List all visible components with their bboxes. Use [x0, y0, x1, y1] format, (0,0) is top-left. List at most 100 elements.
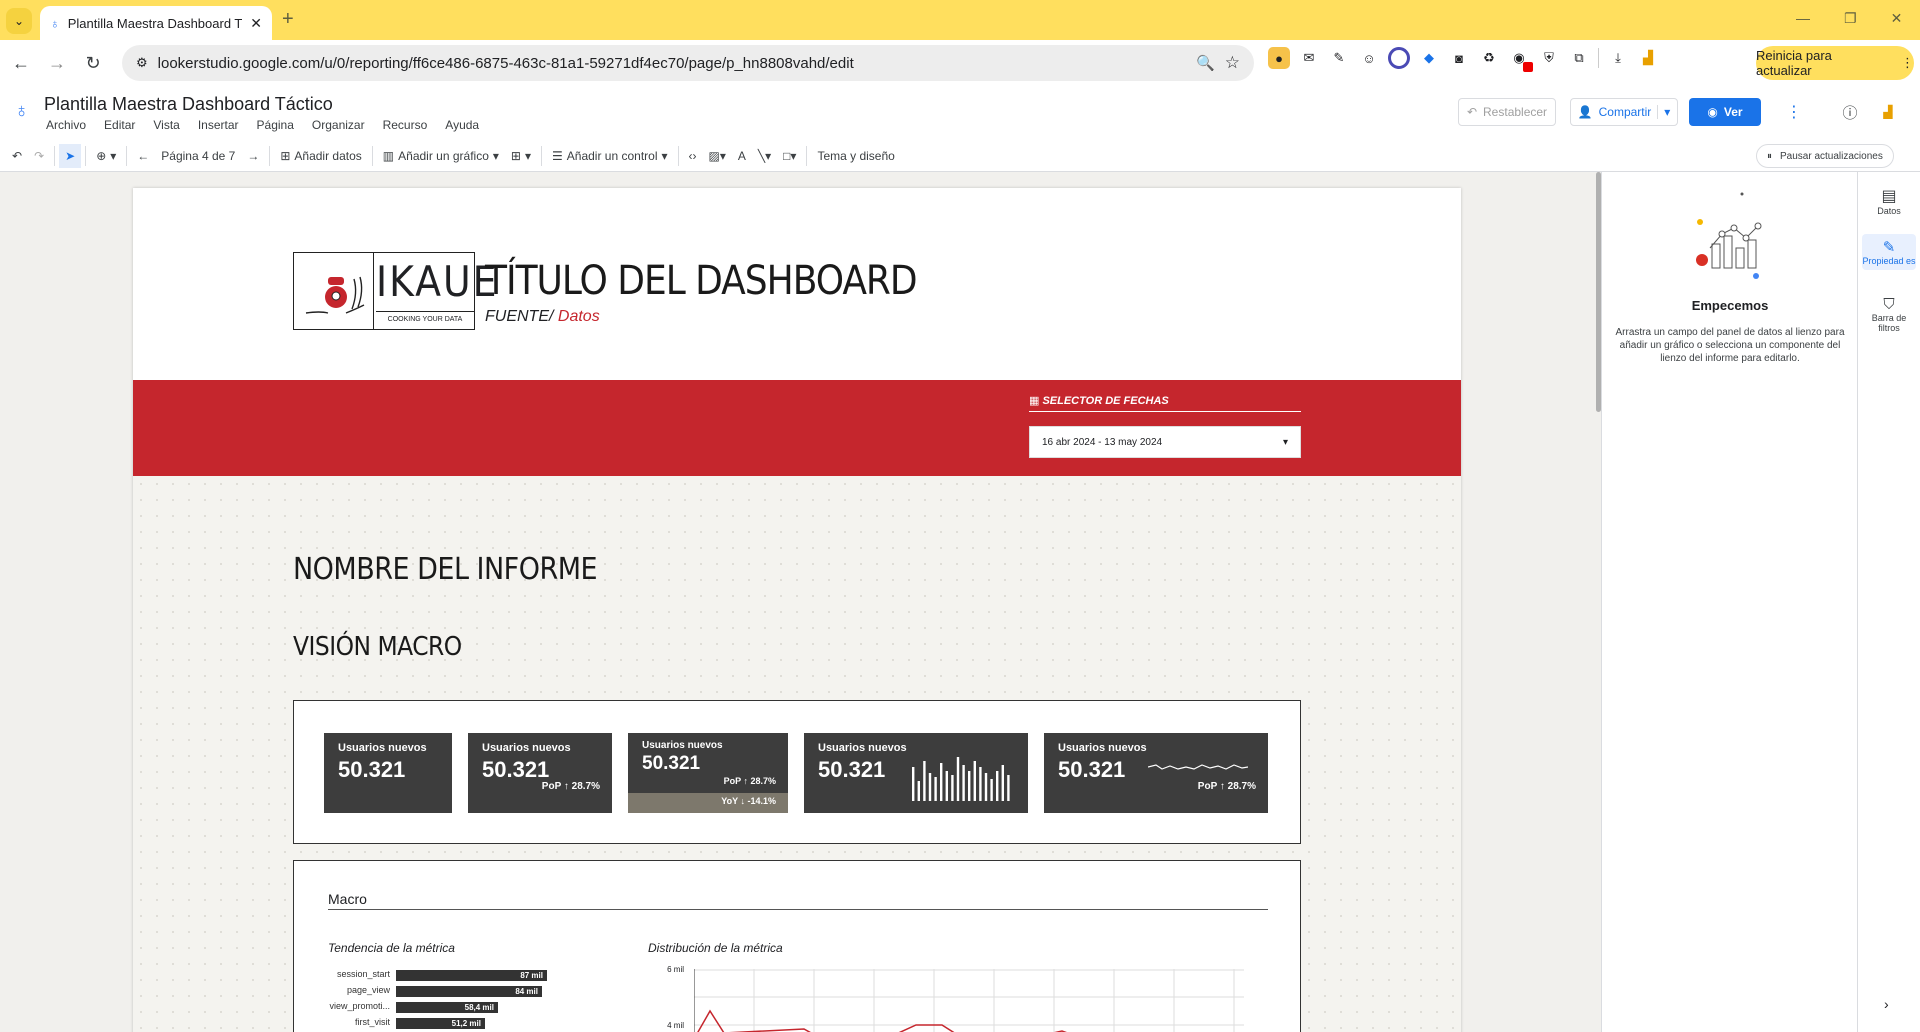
control-icon: ☰	[552, 148, 563, 163]
dashboard-title[interactable]: TÍTULO DEL DASHBOARD	[485, 258, 918, 304]
bar[interactable]: 87 mil	[396, 970, 547, 981]
kpi-value: 50.321	[338, 757, 406, 782]
recycle-extension-icon[interactable]: ♻	[1478, 47, 1500, 69]
analytics-icon[interactable]: ▟	[1874, 98, 1902, 126]
kpi-card[interactable]: Usuarios nuevos 50.321 PoP ↑ 28.7%	[1044, 733, 1268, 813]
kpi-card[interactable]: Usuarios nuevos 50.321	[804, 733, 1028, 813]
shield-extension-icon[interactable]: ⛨	[1538, 47, 1560, 69]
back-button[interactable]: ←	[4, 46, 38, 80]
zoom-button[interactable]: ⊕ ▾	[90, 144, 122, 168]
community-viz-icon: ⊞	[510, 148, 521, 163]
address-bar[interactable]: ⚙ lookerstudio.google.com/u/0/reporting/…	[122, 45, 1254, 81]
zoom-icon[interactable]: 🔍	[1196, 54, 1215, 72]
bar[interactable]: 58,4 mil	[396, 1002, 498, 1013]
page-selector[interactable]: Página 4 de 7	[155, 144, 241, 168]
embed-code-button[interactable]: ‹›	[683, 144, 703, 168]
reset-button[interactable]: ↶ Restablecer	[1458, 98, 1556, 126]
pause-updates-button[interactable]: ⏸ Pausar actualizaciones	[1756, 144, 1894, 168]
more-menu-icon[interactable]: ⋮	[1901, 55, 1914, 71]
site-info-icon[interactable]: ⚙	[136, 55, 148, 71]
kpi-card[interactable]: Usuarios nuevos 50.321 PoP ↑ 28.7% YoY ↓…	[628, 733, 788, 813]
camera-extension-icon[interactable]: ◙	[1448, 47, 1470, 69]
rail-properties-button[interactable]: ✎ Propiedad es	[1862, 234, 1916, 270]
image-button[interactable]: ▨▾	[703, 144, 732, 168]
select-tool-button[interactable]: ➤	[59, 143, 82, 168]
menu-recurso[interactable]: Recurso	[383, 118, 428, 132]
analytics-extension-icon[interactable]: ▟	[1637, 47, 1659, 69]
grid-lines	[694, 969, 1244, 1032]
extension-icon-2[interactable]: ✉	[1298, 47, 1320, 69]
shape-button[interactable]: □▾	[777, 144, 802, 168]
menu-ayuda[interactable]: Ayuda	[445, 118, 479, 132]
report-title[interactable]: Plantilla Maestra Dashboard Táctico	[44, 94, 333, 115]
kpi-pop-value: ↑ 28.7%	[563, 781, 600, 792]
filter-icon: ⛉	[1883, 296, 1895, 313]
text-button[interactable]: A	[732, 144, 752, 168]
macro-frame[interactable]: Macro Tendencia de la métrica Distribuci…	[293, 860, 1301, 1032]
side-rail: ▤ Datos ✎ Propiedad es ⛉ Barra de filtro…	[1857, 172, 1920, 1032]
extensions-puzzle-icon[interactable]: ⧉	[1568, 47, 1590, 69]
relaunch-button[interactable]: Reinicia para actualizar ⋮	[1756, 46, 1914, 80]
undo-button[interactable]: ↶	[6, 144, 28, 168]
report-name-heading[interactable]: NOMBRE DEL INFORME	[293, 552, 598, 587]
line-button[interactable]: ╲▾	[752, 144, 777, 168]
report-page[interactable]: IKAUE COOKING YOUR DATA TÍTULO DEL DASHB…	[133, 188, 1461, 1032]
source-line[interactable]: FUENTE/ Datos	[485, 308, 600, 326]
download-icon[interactable]: ⤓	[1607, 47, 1629, 69]
source-label: FUENTE/	[485, 308, 554, 325]
extension-icon-9[interactable]: ◉	[1508, 47, 1533, 72]
event-bar-chart[interactable]: session_start 87 mil page_view 84 mil vi…	[294, 969, 594, 1032]
spark-bar	[1001, 765, 1004, 801]
expand-panel-icon[interactable]: ›	[1884, 996, 1889, 1012]
redo-button[interactable]: ↷	[28, 144, 50, 168]
reload-button[interactable]: ↻	[76, 46, 110, 80]
next-page-button[interactable]: →	[241, 144, 265, 168]
ikaue-logo[interactable]: IKAUE COOKING YOUR DATA	[293, 252, 497, 330]
add-data-button[interactable]: ⊞ Añadir datos	[274, 144, 367, 168]
forward-button[interactable]: →	[40, 46, 74, 80]
add-control-button[interactable]: ☰ Añadir un control ▾	[546, 144, 674, 168]
more-options-icon[interactable]: ⋮	[1780, 98, 1808, 126]
menu-vista[interactable]: Vista	[153, 118, 179, 132]
section-heading[interactable]: VISIÓN MACRO	[293, 632, 462, 662]
kpi-pop-value: ↑ 28.7%	[743, 776, 776, 786]
kpi-card[interactable]: Usuarios nuevos 50.321 PoP ↑ 28.7%	[468, 733, 612, 813]
theme-layout-button[interactable]: Tema y diseño	[811, 144, 900, 168]
menu-insertar[interactable]: Insertar	[198, 118, 239, 132]
menu-pagina[interactable]: Página	[257, 118, 294, 132]
browser-tab[interactable]: ♁ Plantilla Maestra Dashboard Tá ✕	[40, 6, 272, 40]
view-button[interactable]: ◉ Ver	[1689, 98, 1761, 126]
bar[interactable]: 84 mil	[396, 986, 542, 997]
bookmark-star-icon[interactable]: ☆	[1225, 53, 1240, 73]
panel-description: Arrastra un campo del panel de datos al …	[1615, 327, 1845, 364]
menu-organizar[interactable]: Organizar	[312, 118, 365, 132]
help-icon[interactable]: ⓘ	[1836, 98, 1864, 126]
community-viz-button[interactable]: ⊞ ▾	[505, 144, 537, 168]
prev-page-button[interactable]: ←	[131, 144, 155, 168]
extension-icon-5[interactable]	[1388, 47, 1410, 69]
restore-button[interactable]: ❐	[1844, 10, 1857, 27]
bar[interactable]: 51,2 mil	[396, 1018, 485, 1029]
menu-archivo[interactable]: Archivo	[46, 118, 86, 132]
cookie-extension-icon[interactable]: ●	[1268, 47, 1290, 69]
distribution-line-chart[interactable]: 6 mil 4 mil	[654, 965, 1244, 1032]
bar-label: page_view	[346, 985, 390, 995]
rail-filter-bar-button[interactable]: ⛉ Barra de filtros	[1862, 296, 1916, 333]
close-tab-icon[interactable]: ✕	[250, 15, 262, 32]
tab-list-dropdown[interactable]: ⌄	[6, 8, 32, 34]
minimize-button[interactable]: —	[1796, 10, 1810, 27]
add-chart-button[interactable]: ▥ Añadir un gráfico ▾	[377, 144, 505, 168]
menu-editar[interactable]: Editar	[104, 118, 135, 132]
looker-studio-logo-icon[interactable]: ♁	[14, 100, 29, 123]
close-window-button[interactable]: ✕	[1891, 10, 1903, 27]
share-dropdown-icon[interactable]: ▾	[1657, 105, 1670, 119]
kpi-card[interactable]: Usuarios nuevos 50.321	[324, 733, 452, 813]
rail-data-button[interactable]: ▤ Datos	[1862, 186, 1916, 216]
tag-extension-icon[interactable]: ◆	[1418, 47, 1440, 69]
extension-icon-4[interactable]: ☺	[1358, 47, 1380, 69]
share-button[interactable]: 👤 Compartir ▾	[1570, 98, 1678, 126]
kpi-frame[interactable]: Usuarios nuevos 50.321 Usuarios nuevos 5…	[293, 700, 1301, 844]
date-range-control[interactable]: 16 abr 2024 - 13 may 2024 ▾	[1029, 426, 1301, 458]
extension-icon-3[interactable]: ✎	[1328, 47, 1350, 69]
new-tab-button[interactable]: +	[282, 8, 294, 31]
